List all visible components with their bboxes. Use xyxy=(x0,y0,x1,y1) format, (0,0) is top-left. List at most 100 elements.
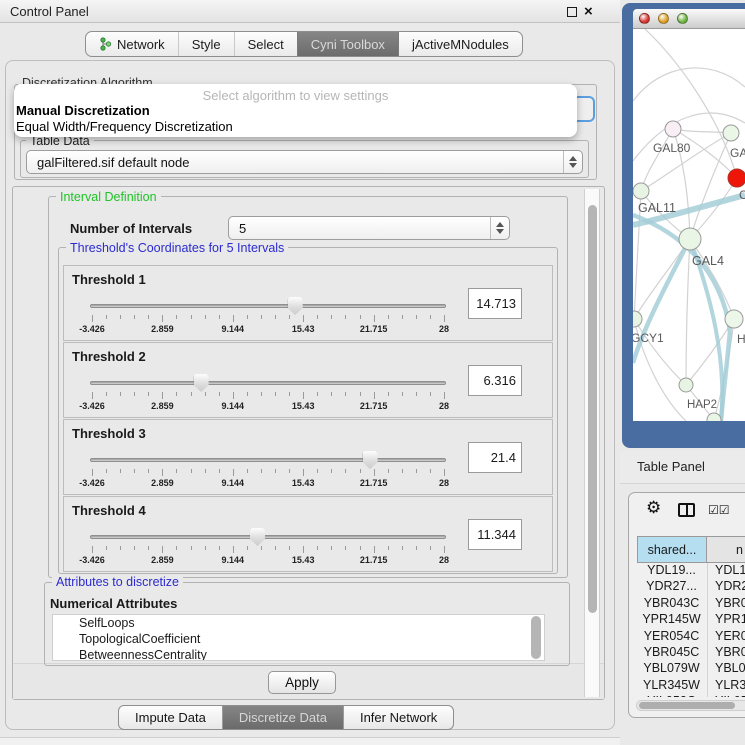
threshold-value-field[interactable]: 21.4 xyxy=(468,442,522,473)
threshold-slider[interactable]: -3.4262.8599.14415.4321.71528 xyxy=(90,450,448,492)
slider-rail: -3.4262.8599.14415.4321.71528 xyxy=(92,296,444,338)
network-node-HAP2[interactable] xyxy=(679,378,693,392)
column-header-name[interactable]: n xyxy=(706,536,745,563)
tick-label: 21.715 xyxy=(360,478,388,488)
option-manual-discretization[interactable]: Manual Discretization xyxy=(14,103,577,119)
threshold-slider[interactable]: -3.4262.8599.14415.4321.71528 xyxy=(90,296,448,338)
option-equal-width-frequency[interactable]: Equal Width/Frequency Discretization xyxy=(14,119,577,135)
numerical-attributes-list[interactable]: SelfLoopsTopologicalCoefficientBetweenne… xyxy=(52,614,545,661)
gear-icon[interactable]: ⚙ xyxy=(646,498,661,518)
tick-mark xyxy=(148,392,149,396)
tick-mark xyxy=(360,546,361,550)
number-of-intervals-combobox[interactable]: 5 xyxy=(228,216,510,240)
tick-mark xyxy=(148,546,149,550)
threshold-value-field[interactable]: 6.316 xyxy=(468,365,522,396)
mac-minimize-button[interactable] xyxy=(658,13,669,24)
tick-mark xyxy=(134,546,135,550)
attributes-list-scrollbar[interactable] xyxy=(531,616,541,659)
slider-thumb[interactable] xyxy=(288,297,303,315)
table-row[interactable]: YER054CYER05 xyxy=(636,629,745,645)
threshold-slider[interactable]: -3.4262.8599.14415.4321.71528 xyxy=(90,373,448,415)
tick-mark xyxy=(205,469,206,473)
tick-label: 28 xyxy=(439,478,449,488)
apply-button[interactable]: Apply xyxy=(268,671,336,694)
table-row[interactable]: YBR043CYBR04 xyxy=(636,596,745,612)
tick-mark xyxy=(374,392,375,399)
slider-thumb[interactable] xyxy=(250,528,265,546)
network-canvas[interactable]: GAL80GACGAL11GAL4GCY1HHAP2 xyxy=(633,29,745,421)
table-hscrollbar-thumb[interactable] xyxy=(639,702,735,709)
cell-name: YIL05 xyxy=(707,694,745,697)
slider-thumb[interactable] xyxy=(363,451,378,469)
column-header-label: n xyxy=(736,543,743,557)
tick-mark xyxy=(275,546,276,550)
network-node-GAL4[interactable] xyxy=(679,228,701,250)
table-row[interactable]: YBR045CYBR04 xyxy=(636,645,745,661)
tab-jactivemnodules[interactable]: jActiveMNodules xyxy=(398,32,522,56)
tick-mark xyxy=(430,546,431,550)
tick-mark xyxy=(233,315,234,322)
tick-mark xyxy=(345,392,346,396)
table-data-combobox[interactable]: galFiltered.sif default node xyxy=(26,150,583,174)
threshold-box-3: Threshold 3-3.4262.8599.14415.4321.71528… xyxy=(63,419,553,495)
algorithm-placeholder: Select algorithm to view settings xyxy=(14,88,577,103)
slider-thumb[interactable] xyxy=(194,374,209,392)
table-hscrollbar-track[interactable] xyxy=(636,700,745,711)
mac-close-button[interactable] xyxy=(639,13,650,24)
network-node-red-node[interactable] xyxy=(728,169,745,187)
threshold-slider[interactable]: -3.4262.8599.14415.4321.71528 xyxy=(90,527,448,569)
tick-mark xyxy=(275,469,276,473)
tick-mark xyxy=(402,315,403,319)
tick-mark xyxy=(219,315,220,319)
network-window-titlebar[interactable] xyxy=(633,9,745,29)
network-edge[interactable] xyxy=(641,129,673,191)
checkbox-icons[interactable]: ☑☑ xyxy=(708,503,730,517)
tick-mark xyxy=(289,546,290,550)
node-label-C: C xyxy=(739,188,745,202)
network-node-GCY1[interactable] xyxy=(633,311,642,327)
table-row[interactable]: YIL052CYIL05 xyxy=(636,694,745,697)
table-row[interactable]: YDL19...YDL19 xyxy=(636,563,745,579)
tab-impute-data[interactable]: Impute Data xyxy=(119,706,222,729)
cell-name: YPR14 xyxy=(707,612,745,628)
tick-mark xyxy=(331,315,332,319)
network-edge[interactable] xyxy=(634,319,686,385)
attribute-item[interactable]: SelfLoops xyxy=(53,615,544,631)
cell-shared-name: YER054C xyxy=(636,629,707,645)
tick-mark xyxy=(402,469,403,473)
network-edge[interactable] xyxy=(690,133,731,239)
table-row[interactable]: YDR27...YDR27 xyxy=(636,579,745,595)
network-edge[interactable] xyxy=(633,68,745,101)
close-icon[interactable]: × xyxy=(584,2,593,21)
network-node-GAL80[interactable] xyxy=(665,121,681,137)
table-row[interactable]: YPR145WYPR14 xyxy=(636,612,745,628)
threshold-value-field[interactable]: 14.713 xyxy=(468,288,522,319)
attribute-item[interactable]: BetweennessCentrality xyxy=(53,647,544,661)
network-edge[interactable] xyxy=(673,129,731,133)
threshold-value-field[interactable]: 11.344 xyxy=(468,519,522,550)
tick-mark xyxy=(205,315,206,319)
attribute-item[interactable]: TopologicalCoefficient xyxy=(53,631,544,647)
network-edge[interactable] xyxy=(686,239,690,385)
tick-mark xyxy=(106,392,107,396)
tab-infer-network[interactable]: Infer Network xyxy=(343,706,453,729)
panel-scrollbar-thumb[interactable] xyxy=(588,205,597,613)
network-node-GA[interactable] xyxy=(723,125,739,141)
mac-zoom-button[interactable] xyxy=(677,13,688,24)
columns-icon[interactable] xyxy=(678,503,695,517)
network-node-H[interactable] xyxy=(725,310,743,328)
tab-style[interactable]: Style xyxy=(178,32,234,56)
network-node-GAL11[interactable] xyxy=(633,183,649,199)
table-row[interactable]: YLR345WYLR34 xyxy=(636,678,745,694)
threshold-title: Threshold 2 xyxy=(72,349,146,364)
tab-network[interactable]: Network xyxy=(86,32,178,56)
tab-cyni-toolbox[interactable]: Cyni Toolbox xyxy=(297,32,398,56)
tab-select[interactable]: Select xyxy=(234,32,297,56)
float-window-icon[interactable] xyxy=(567,7,577,17)
tab-discretize-data[interactable]: Discretize Data xyxy=(222,706,343,729)
table-panel-title: Table Panel xyxy=(637,459,705,474)
panel-scrollbar-track[interactable] xyxy=(584,189,600,697)
table-row[interactable]: YBL079WYBL07 xyxy=(636,661,745,677)
network-edge[interactable] xyxy=(645,29,737,178)
column-header-shared[interactable]: shared... xyxy=(637,536,707,563)
